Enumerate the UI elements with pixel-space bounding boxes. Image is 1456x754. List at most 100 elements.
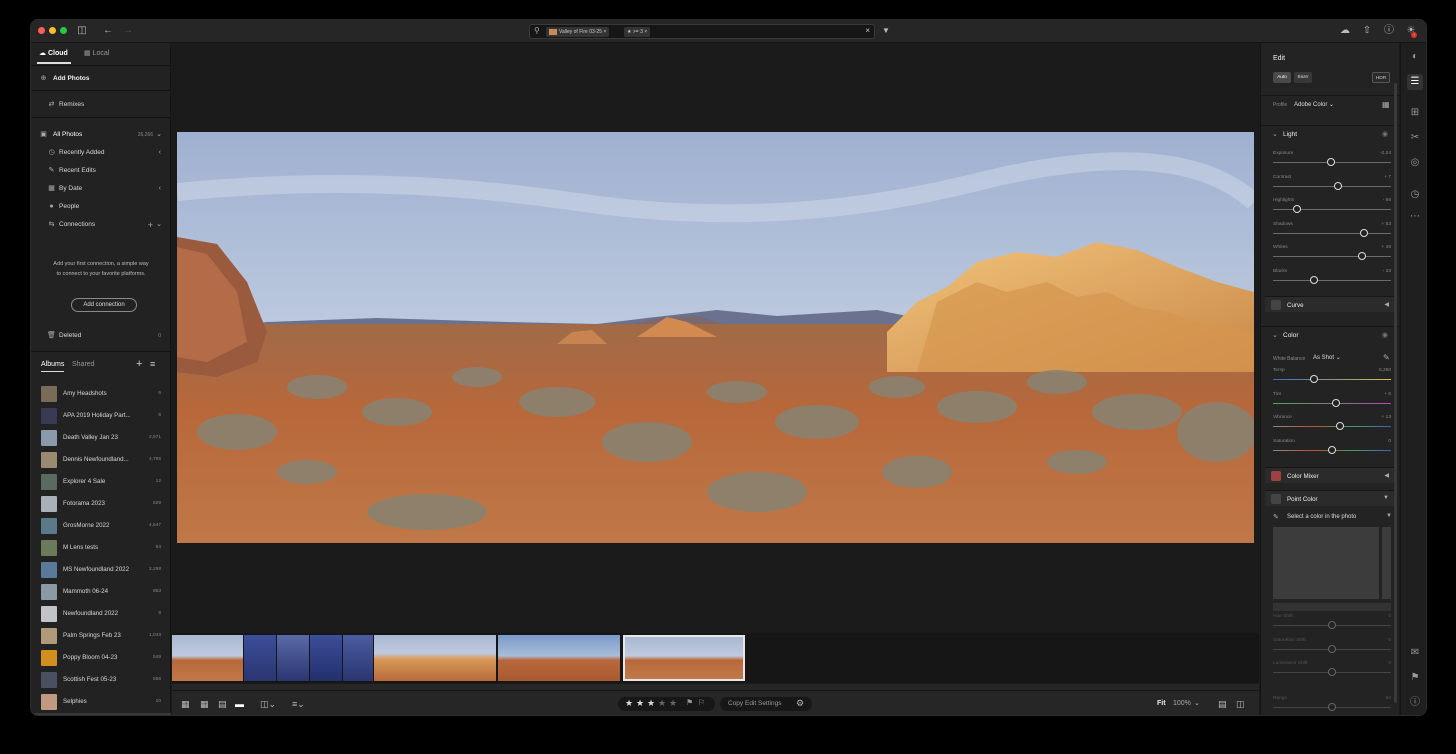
- slider-knob[interactable]: [1310, 275, 1319, 284]
- forward-arrow-icon[interactable]: →: [121, 24, 135, 38]
- square-grid-icon[interactable]: ▦: [181, 699, 190, 710]
- filter-icon[interactable]: ▼: [879, 24, 893, 38]
- eye-icon[interactable]: ◉: [1382, 331, 1388, 339]
- flag-reject-icon[interactable]: ⚐: [698, 698, 705, 707]
- help-icon[interactable]: ⓘ: [1382, 24, 1396, 38]
- info-panel-icon[interactable]: ▤: [1218, 699, 1227, 710]
- slider-track[interactable]: [1273, 379, 1391, 380]
- slider-knob[interactable]: [1292, 205, 1301, 213]
- comment-icon[interactable]: ✉: [1407, 645, 1423, 661]
- tag-icon[interactable]: ⚑: [1407, 670, 1423, 686]
- filmstrip-view-icon[interactable]: ▤: [218, 699, 227, 710]
- album-item[interactable]: M Lens tests 64: [31, 537, 171, 559]
- crop-icon[interactable]: ⊞: [1407, 105, 1423, 121]
- light-section-header[interactable]: ⌄ Light ◉: [1261, 125, 1400, 143]
- sidebar-item-remixes[interactable]: ⇄ Remixes: [31, 97, 171, 113]
- profile-browser-icon[interactable]: ▦: [1382, 100, 1390, 109]
- eyedropper-icon[interactable]: ✎: [1383, 353, 1390, 362]
- album-item[interactable]: Selphies 10: [31, 691, 171, 713]
- slider-knob[interactable]: [1333, 181, 1342, 190]
- tab-shared[interactable]: Shared: [72, 361, 95, 368]
- versions-icon[interactable]: ◷: [1407, 187, 1423, 203]
- tab-albums[interactable]: Albums: [41, 361, 64, 368]
- filmstrip-thumbnail[interactable]: [343, 635, 373, 681]
- slider-track[interactable]: [1273, 185, 1391, 187]
- edit-panel-scrollbar[interactable]: [1394, 83, 1397, 703]
- point-color-panel[interactable]: Point Color ▼: [1265, 490, 1395, 506]
- sort-icon[interactable]: ≡⌄: [292, 699, 305, 710]
- clear-search-icon[interactable]: ×: [865, 26, 870, 35]
- zoom-window-button[interactable]: [60, 27, 67, 34]
- color-section-header[interactable]: ⌄ Color ◉: [1261, 326, 1400, 344]
- shadows-slider[interactable]: Shadows + 53: [1273, 222, 1391, 240]
- filmstrip-thumbnail[interactable]: [498, 635, 620, 681]
- tint-slider[interactable]: Tint + 6: [1273, 392, 1391, 410]
- profile-dropdown[interactable]: Adobe Color ⌄: [1294, 101, 1334, 108]
- masking-icon[interactable]: ◎: [1407, 155, 1423, 171]
- contrast-slider[interactable]: Contrast + 7: [1273, 175, 1391, 193]
- zoom-level[interactable]: 100%: [1173, 700, 1191, 707]
- album-item[interactable]: Dennis Newfoundland... 4,795: [31, 449, 171, 471]
- gear-icon[interactable]: ⚙: [796, 698, 804, 709]
- search-bar[interactable]: ⚲ Valley of Fire 03-25 × ★ >= 3 × ×: [529, 24, 875, 39]
- back-arrow-icon[interactable]: ←: [101, 24, 115, 38]
- chevron-down-icon[interactable]: ⌄: [156, 127, 162, 143]
- sidebar-item-recent-edits[interactable]: ✎ Recent Edits: [31, 163, 171, 179]
- album-item[interactable]: Fotorama 2023 829: [31, 493, 171, 515]
- saturation-shift-slider[interactable]: Saturation Shift 0: [1273, 638, 1391, 656]
- eyedropper-icon[interactable]: ✎: [1273, 513, 1279, 521]
- sidebar-toggle-icon[interactable]: ◫: [75, 24, 89, 38]
- main-photo[interactable]: [177, 132, 1254, 543]
- compare-icon[interactable]: ◫: [1236, 699, 1245, 710]
- tab-cloud[interactable]: ☁ Cloud: [39, 49, 68, 57]
- hdr-button[interactable]: HDR: [1372, 72, 1390, 83]
- color-mixer-panel[interactable]: Color Mixer ◀: [1265, 467, 1395, 483]
- star-4-icon[interactable]: ★: [658, 698, 666, 709]
- share-icon[interactable]: ⇧: [1360, 24, 1374, 38]
- chevron-down-icon[interactable]: ⌄: [1194, 699, 1200, 707]
- saturation-slider[interactable]: Saturation 0: [1273, 439, 1391, 457]
- slider-knob[interactable]: [1359, 228, 1368, 237]
- slider-track[interactable]: [1273, 426, 1391, 427]
- luminance-shift-slider[interactable]: Luminance Shift 0: [1273, 661, 1391, 679]
- album-item[interactable]: Newfoundland 2022 8: [31, 603, 171, 625]
- hue-shift-slider[interactable]: Hue Shift 0: [1273, 614, 1391, 632]
- bw-button[interactable]: B&W: [1294, 72, 1312, 83]
- album-item[interactable]: MS Newfoundland 2022 2,298: [31, 559, 171, 581]
- filmstrip-thumbnail[interactable]: [310, 635, 342, 681]
- chevron-left-icon[interactable]: ‹: [159, 181, 161, 197]
- close-window-button[interactable]: [38, 27, 45, 34]
- blacks-slider[interactable]: Blacks - 33: [1273, 269, 1391, 287]
- more-options-icon[interactable]: ⋯: [1407, 209, 1423, 225]
- sidebar-item-people[interactable]: ● People: [31, 199, 171, 215]
- slideshow-icon[interactable]: ◫⌄: [260, 699, 276, 710]
- slider-knob[interactable]: [1326, 158, 1335, 166]
- filmstrip-thumbnail[interactable]: [374, 635, 496, 681]
- album-item[interactable]: Scottish Fest 05-23 556: [31, 669, 171, 691]
- star-5-icon[interactable]: ★: [669, 698, 677, 709]
- album-item[interactable]: Valley of Fire 03-25393: [31, 713, 171, 715]
- grid-icon[interactable]: ▦: [200, 699, 209, 710]
- album-item[interactable]: GrosMorne 2022 4,647: [31, 515, 171, 537]
- presets-icon[interactable]: ◐: [1407, 49, 1423, 65]
- filmstrip-thumbnail-selected[interactable]: [623, 635, 745, 681]
- healing-icon[interactable]: ✂: [1407, 130, 1423, 146]
- slider-knob[interactable]: [1331, 398, 1340, 407]
- sidebar-item-recently-added[interactable]: ◷ Recently Added ‹: [31, 145, 171, 161]
- add-connection-icon[interactable]: +: [148, 217, 153, 233]
- album-item[interactable]: Poppy Bloom 04-23 549: [31, 647, 171, 669]
- highlights-slider[interactable]: Highlights - 66: [1273, 198, 1391, 216]
- exposure-slider[interactable]: Exposure -0.24: [1273, 151, 1391, 169]
- whites-slider[interactable]: Whites + 48: [1273, 245, 1391, 263]
- slider-knob[interactable]: [1328, 668, 1336, 676]
- minimize-window-button[interactable]: [49, 27, 56, 34]
- album-item[interactable]: Palm Springs Feb 23 1,043: [31, 625, 171, 647]
- add-album-icon[interactable]: +: [136, 358, 142, 370]
- edit-sliders-icon[interactable]: ☰: [1407, 74, 1423, 90]
- slider-knob[interactable]: [1328, 621, 1336, 629]
- filmstrip-thumbnail[interactable]: [244, 635, 276, 681]
- slider-knob[interactable]: [1336, 422, 1345, 430]
- sidebar-item-by-date[interactable]: ▦ By Date ‹: [31, 181, 171, 197]
- zoom-fit[interactable]: Fit: [1157, 700, 1166, 707]
- info-icon[interactable]: ⓘ: [1407, 695, 1423, 711]
